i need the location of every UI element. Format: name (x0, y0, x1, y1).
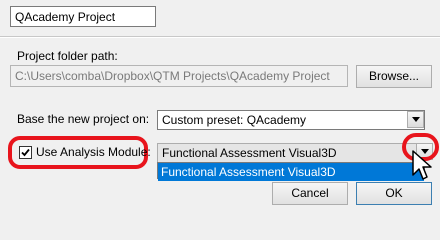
mouse-cursor-icon (412, 150, 432, 180)
use-analysis-module-label: Use Analysis Module: (36, 145, 151, 159)
project-name-input[interactable]: QAcademy Project (10, 6, 156, 27)
use-analysis-module-checkbox[interactable] (19, 146, 32, 159)
base-preset-select[interactable]: Custom preset: QAcademy (157, 110, 425, 130)
project-folder-label: Project folder path: (17, 49, 118, 63)
analysis-module-dropdown-list: Functional Assessment Visual3D (157, 162, 425, 181)
checkmark-icon (21, 148, 30, 157)
project-folder-path-field: C:\Users\comba\Dropbox\QTM Projects\QAca… (10, 65, 348, 87)
dropdown-option-functional-assessment[interactable]: Functional Assessment Visual3D (158, 163, 424, 181)
chevron-down-icon (412, 117, 420, 122)
base-preset-value: Custom preset: QAcademy (162, 113, 307, 127)
divider-top (0, 36, 440, 38)
base-project-label: Base the new project on: (17, 112, 150, 126)
analysis-module-select[interactable]: Functional Assessment Visual3D (157, 143, 425, 163)
base-preset-dropdown-button[interactable] (407, 111, 424, 128)
ok-button[interactable]: OK (356, 182, 432, 205)
cancel-button[interactable]: Cancel (272, 182, 348, 205)
browse-button[interactable]: Browse... (356, 65, 432, 88)
analysis-module-value: Functional Assessment Visual3D (162, 146, 337, 160)
